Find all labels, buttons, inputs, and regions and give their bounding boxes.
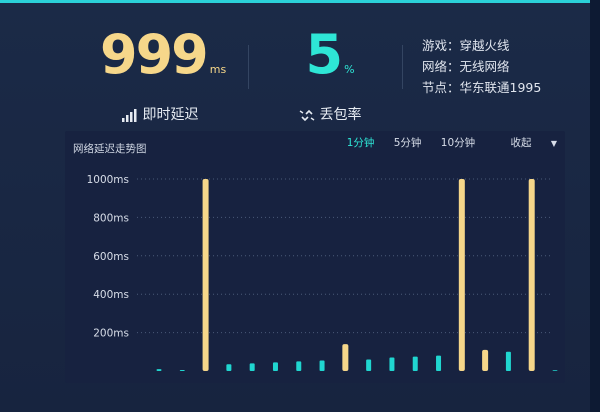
latency-bar	[412, 356, 418, 371]
latency-chart-panel: 网络延迟走势图 1分钟 5分钟 10分钟 收起 ▼ 200ms 400ms 600m…	[65, 131, 565, 383]
loss-label: 丢包率	[319, 107, 362, 123]
signal-bars-icon	[121, 108, 136, 122]
network-info: 网络：无线网络	[422, 59, 510, 74]
loss-caption: 丢包率	[270, 104, 390, 124]
y-tick-label: 600ms	[93, 251, 129, 263]
ping-caption: 即时延迟	[100, 104, 220, 124]
latency-bar-spike	[528, 179, 535, 371]
latency-bar	[156, 369, 162, 371]
ping-value: 999	[100, 23, 209, 86]
latency-bar-spike	[202, 179, 209, 371]
latency-bar-spike	[482, 349, 489, 371]
broken-link-icon	[299, 109, 314, 121]
latency-bar-spike	[458, 179, 465, 371]
latency-bar	[389, 357, 395, 371]
y-tick-label: 400ms	[93, 289, 129, 301]
ping-value-row: 999 ms	[100, 23, 226, 100]
stat-divider-1	[248, 45, 249, 89]
game-info: 游戏：穿越火线	[422, 38, 510, 53]
connection-info: 游戏：穿越火线 网络：无线网络 节点：华东联通1995	[422, 35, 541, 98]
latency-bar	[319, 360, 325, 371]
latency-bar	[249, 363, 255, 371]
latency-bar	[272, 362, 278, 371]
latency-chart: 200ms 400ms 600ms 800ms 1000ms	[87, 174, 558, 371]
speed-test-window: 999 ms 即时延迟 5% 丢包率 游戏：穿越火线 网络：无线网络 节点：华东…	[0, 0, 590, 412]
latency-bar	[296, 361, 302, 371]
ping-stat: 999 ms 即时延迟	[100, 23, 226, 124]
loss-value-row: 5%	[270, 25, 390, 100]
ping-label: 即时延迟	[142, 107, 199, 123]
y-tick-label: 1000ms	[87, 174, 129, 186]
latency-bar	[505, 351, 511, 371]
loss-value: 5	[305, 23, 343, 86]
loss-unit: %	[344, 63, 355, 76]
latency-bar	[436, 355, 442, 371]
stat-divider-2	[402, 45, 403, 89]
y-tick-label: 800ms	[93, 212, 129, 224]
y-tick-label: 200ms	[93, 328, 129, 340]
node-info: 节点：华东联通1995	[422, 80, 542, 95]
latency-bar	[366, 359, 372, 371]
stats-bar: 999 ms 即时延迟 5% 丢包率 游戏：穿越火线 网络：无线网络 节点：华东…	[90, 25, 580, 125]
latency-bar-spike	[342, 344, 349, 371]
loss-stat: 5% 丢包率	[270, 25, 390, 124]
latency-bar	[226, 364, 232, 371]
latency-bar	[179, 370, 185, 371]
ping-unit: ms	[209, 63, 227, 76]
latency-bar	[552, 370, 558, 371]
